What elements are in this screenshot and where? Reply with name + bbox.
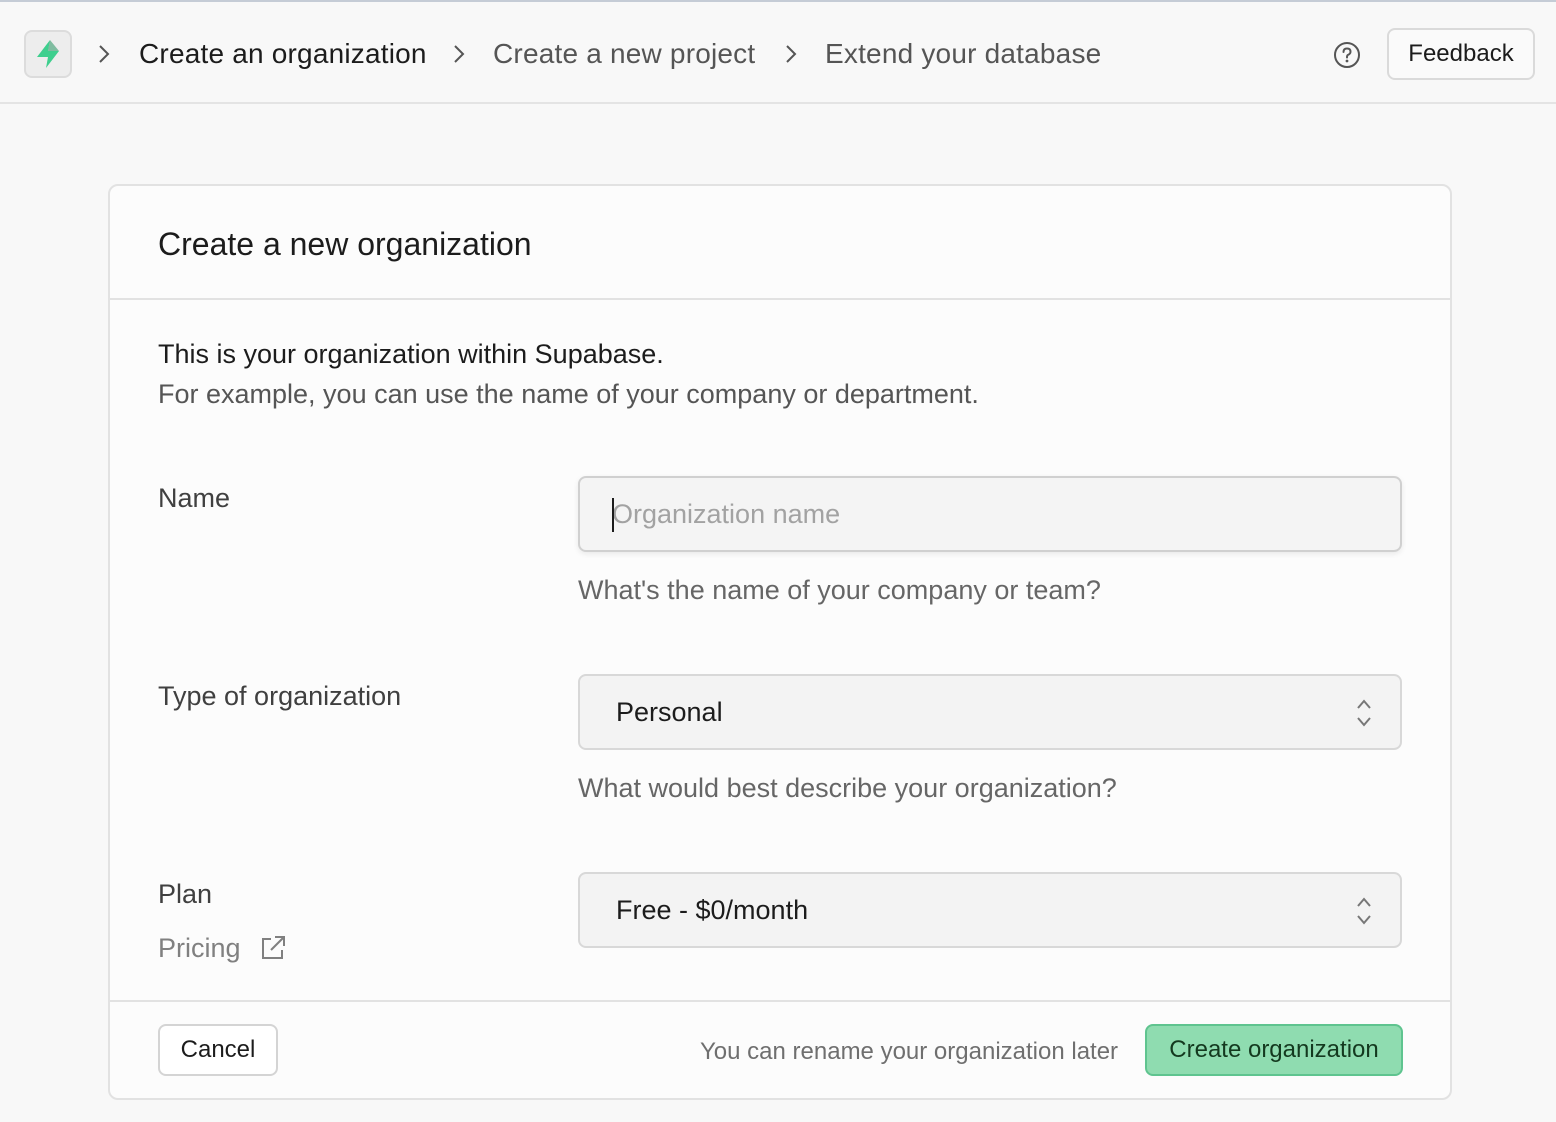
supabase-bolt-icon xyxy=(37,40,59,68)
card-footer: Cancel You can rename your organization … xyxy=(110,1000,1450,1098)
card-header: Create a new organization xyxy=(110,186,1450,300)
create-organization-button[interactable]: Create organization xyxy=(1145,1024,1403,1076)
plan-select[interactable]: Free - $0/month xyxy=(578,872,1402,948)
cancel-button[interactable]: Cancel xyxy=(158,1024,278,1076)
intro-subtext: For example, you can use the name of you… xyxy=(158,379,979,409)
pricing-link-label: Pricing xyxy=(158,932,241,963)
chevron-right-icon xyxy=(783,42,799,66)
question-circle-icon[interactable] xyxy=(1332,40,1362,70)
external-link-icon xyxy=(261,936,285,959)
breadcrumb-create-organization[interactable]: Create an organization xyxy=(139,34,427,74)
organization-name-field[interactable] xyxy=(578,476,1402,552)
rename-note: You can rename your organization later xyxy=(700,1038,1119,1065)
top-navigation-bar: Create an organization Create a new proj… xyxy=(0,0,1556,104)
text-caret xyxy=(612,498,614,532)
create-organization-card: Create a new organization This is your o… xyxy=(108,184,1452,1100)
plan-label: Plan xyxy=(158,879,213,909)
chevron-right-icon xyxy=(451,42,467,66)
breadcrumb-extend-database[interactable]: Extend your database xyxy=(825,34,1101,74)
breadcrumb-create-project[interactable]: Create a new project xyxy=(493,34,755,74)
chevron-right-icon xyxy=(96,42,112,66)
organization-type-label: Type of organization xyxy=(158,681,402,711)
organization-type-select[interactable]: Personal xyxy=(578,674,1402,750)
organization-type-help-text: What would best describe your organizati… xyxy=(578,773,1117,803)
page-title: Create a new organization xyxy=(158,226,532,262)
name-label: Name xyxy=(158,483,231,513)
intro-text: This is your organization within Supabas… xyxy=(158,339,664,369)
organization-name-input[interactable] xyxy=(612,478,1372,550)
feedback-button[interactable]: Feedback xyxy=(1387,28,1535,80)
organization-type-value: Personal xyxy=(616,697,723,727)
name-help-text: What's the name of your company or team? xyxy=(578,575,1101,605)
supabase-logo-button[interactable] xyxy=(24,30,72,78)
chevron-up-down-icon xyxy=(1357,897,1371,925)
pricing-link[interactable]: Pricing xyxy=(158,930,287,966)
chevron-up-down-icon xyxy=(1357,699,1371,727)
plan-value: Free - $0/month xyxy=(616,895,809,925)
